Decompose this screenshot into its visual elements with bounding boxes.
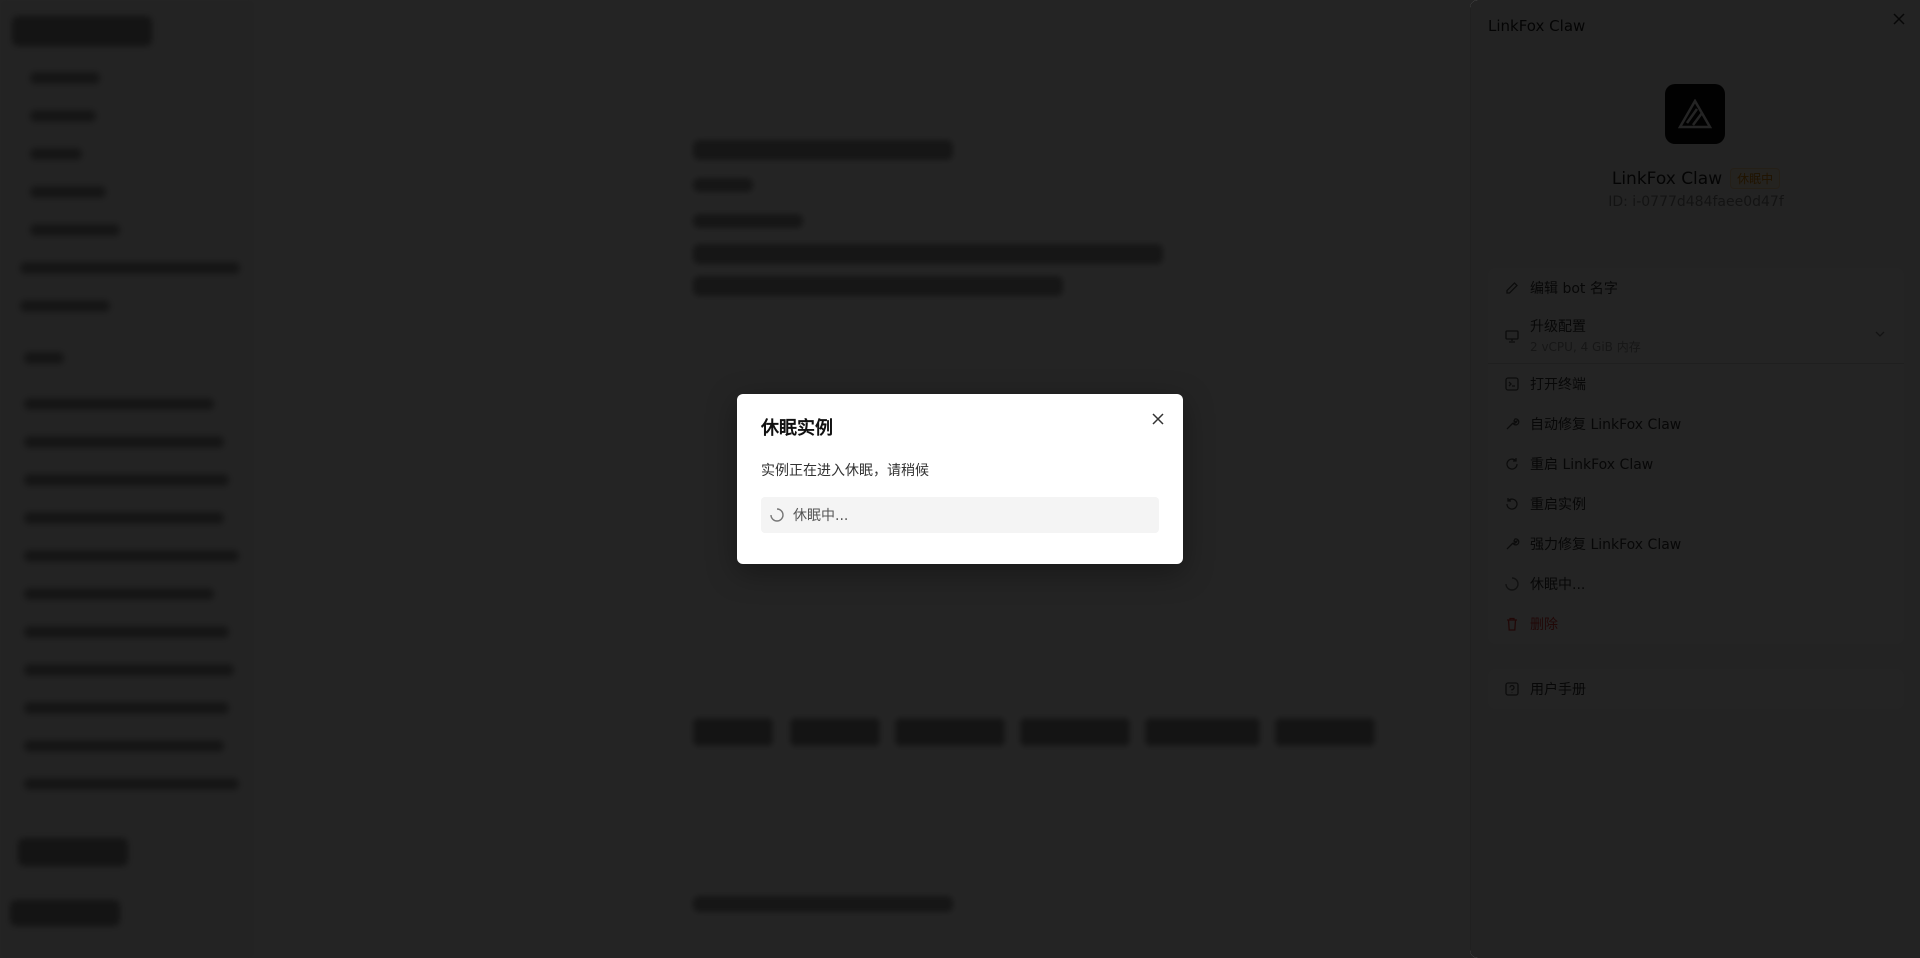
menu-item-restart-instance[interactable]: 重启实例	[1488, 484, 1904, 524]
drawer-close-button[interactable]	[1888, 8, 1910, 30]
drawer-title: LinkFox Claw	[1488, 17, 1586, 35]
menu-item-label: 重启实例	[1530, 497, 1586, 513]
menu-item-label: 自动修复 LinkFox Claw	[1530, 417, 1682, 433]
status-badge: 休眠中	[1730, 168, 1781, 189]
menu-item-upgrade-config[interactable]: 升级配置 2 vCPU, 4 GiB 内存	[1488, 308, 1904, 364]
menu-item-label: 升级配置	[1530, 319, 1586, 335]
refresh-icon	[1504, 456, 1520, 472]
menu-item-label: 删除	[1530, 617, 1558, 633]
modal-status-box: 休眠中...	[761, 497, 1159, 533]
spinner-icon	[769, 507, 785, 523]
menu-item-edit-bot-name[interactable]: 编辑 bot 名字	[1488, 268, 1904, 308]
bot-name: LinkFox Claw	[1611, 168, 1723, 189]
modal-status-text: 休眠中...	[793, 508, 849, 524]
rotate-icon	[1504, 496, 1520, 512]
menu-item-label: 打开终端	[1530, 377, 1586, 393]
close-icon	[1152, 413, 1164, 425]
modal-close-button[interactable]	[1147, 408, 1169, 430]
chevron-down-icon	[1874, 328, 1886, 344]
menu-item-sublabel: 2 vCPU, 4 GiB 内存	[1530, 340, 1641, 354]
menu-item-force-repair[interactable]: 强力修复 LinkFox Claw	[1488, 524, 1904, 564]
wrench-icon	[1504, 416, 1520, 432]
user-manual-label: 用户手册	[1530, 682, 1586, 698]
menu-item-restart-claw[interactable]: 重启 LinkFox Claw	[1488, 444, 1904, 484]
menu-item-open-terminal[interactable]: 打开终端	[1488, 364, 1904, 404]
menu-item-label: 重启 LinkFox Claw	[1530, 457, 1654, 473]
linkfox-logo-icon	[1678, 99, 1712, 129]
modal-description: 实例正在进入休眠，请稍候	[761, 463, 929, 479]
monitor-icon	[1504, 328, 1520, 344]
trash-icon	[1504, 616, 1520, 632]
menu-item-auto-repair[interactable]: 自动修复 LinkFox Claw	[1488, 404, 1904, 444]
instance-actions-menu: 编辑 bot 名字 升级配置 2 vCPU, 4 GiB 内存 打开终端 自动修…	[1488, 268, 1904, 644]
user-manual-link[interactable]: 用户手册	[1488, 669, 1904, 709]
menu-item-label: 编辑 bot 名字	[1530, 281, 1618, 297]
menu-item-delete[interactable]: 删除	[1488, 604, 1904, 644]
bot-avatar	[1665, 84, 1725, 144]
close-icon	[1893, 13, 1905, 25]
bot-id: ID: i-0777d484faee0d47f	[1608, 194, 1784, 210]
wrench-icon	[1504, 536, 1520, 552]
edit-icon	[1504, 280, 1520, 296]
menu-item-hibernating: 休眠中...	[1488, 564, 1904, 604]
instance-drawer: LinkFox Claw LinkFox Claw 休眠中 ID: i-0777…	[1470, 0, 1920, 958]
terminal-icon	[1504, 376, 1520, 392]
hibernate-modal: 休眠实例 实例正在进入休眠，请稍候 休眠中...	[737, 394, 1183, 564]
modal-title: 休眠实例	[761, 418, 833, 439]
menu-item-label: 强力修复 LinkFox Claw	[1530, 537, 1682, 553]
menu-item-label: 休眠中...	[1530, 577, 1586, 593]
spinner-icon	[1504, 576, 1520, 592]
help-icon	[1504, 681, 1520, 697]
